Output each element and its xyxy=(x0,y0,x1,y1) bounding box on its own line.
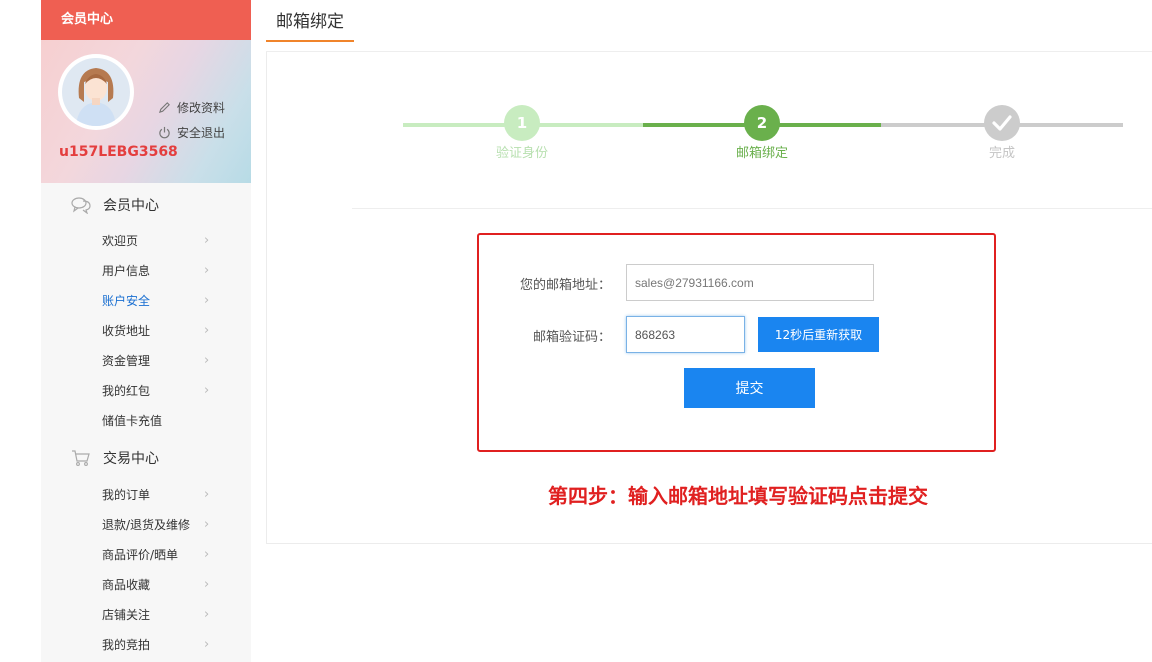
step-2-label: 邮箱绑定 xyxy=(735,146,788,161)
sidebar-section-label: 会员中心 xyxy=(103,197,159,214)
sidebar-section-label: 交易中心 xyxy=(103,451,159,467)
sidebar-item-auctions[interactable]: 我的竞拍 › xyxy=(41,630,251,660)
chevron-right-icon: › xyxy=(204,353,210,368)
edit-profile-label: 修改资料 xyxy=(177,101,226,115)
step-3-label: 完成 xyxy=(988,146,1015,161)
sidebar-section-title: 会员中心 xyxy=(41,183,251,226)
tab-email-binding[interactable]: 邮箱绑定 xyxy=(266,0,354,42)
step-1-label: 验证身份 xyxy=(495,146,548,161)
sidebar-section-title: 交易中心 xyxy=(41,436,251,480)
step-3-circle xyxy=(984,105,1020,141)
avatar-image xyxy=(62,58,130,126)
edit-profile-link[interactable]: 修改资料 xyxy=(158,99,225,116)
sidebar-item-label: 收货地址 xyxy=(102,324,151,338)
email-input[interactable] xyxy=(626,264,874,301)
sidebar-item-label: 商品评价/晒单 xyxy=(102,548,179,562)
logout-label: 安全退出 xyxy=(177,126,226,140)
chevron-right-icon: › xyxy=(204,577,210,592)
sidebar-item-label: 退款/退货及维修 xyxy=(102,518,191,532)
sidebar-item-account-security[interactable]: 账户安全 › xyxy=(41,286,251,316)
sidebar-item-label: 资金管理 xyxy=(102,354,151,368)
checkmark-icon xyxy=(992,115,1012,131)
chevron-right-icon: › xyxy=(204,547,210,562)
sidebar-item-reviews[interactable]: 商品评价/晒单 › xyxy=(41,540,251,570)
logout-link[interactable]: 安全退出 xyxy=(158,124,225,141)
sidebar-item-stored-card[interactable]: 储值卡充值 xyxy=(41,406,251,436)
verification-code-input[interactable] xyxy=(626,316,745,353)
sidebar-item-label: 店铺关注 xyxy=(102,608,151,622)
sidebar-item-funds[interactable]: 资金管理 › xyxy=(41,346,251,376)
sidebar-item-label: 我的订单 xyxy=(102,488,151,502)
email-binding-form: 您的邮箱地址： 邮箱验证码： 12秒后重新获取 提交 xyxy=(477,233,996,452)
step-progress: 1 验证身份 2 邮箱绑定 完成 xyxy=(403,105,1123,165)
step-1-circle: 1 xyxy=(504,105,540,141)
sidebar-item-welcome[interactable]: 欢迎页 › xyxy=(41,226,251,256)
sidebar-item-red-packet[interactable]: 我的红包 › xyxy=(41,376,251,406)
sidebar-item-label: 用户信息 xyxy=(102,264,151,278)
pencil-icon xyxy=(158,102,170,114)
sidebar-item-shop-follow[interactable]: 店铺关注 › xyxy=(41,600,251,630)
power-icon xyxy=(159,126,170,139)
code-label: 邮箱验证码： xyxy=(532,330,611,345)
avatar[interactable] xyxy=(58,54,134,130)
profile-card: 修改资料 安全退出 u157LEBG3568 xyxy=(41,40,251,183)
sidebar-item-orders[interactable]: 我的订单 › xyxy=(41,480,251,510)
sidebar-item-user-info[interactable]: 用户信息 › xyxy=(41,256,251,286)
username: u157LEBG3568 xyxy=(59,144,178,160)
chevron-right-icon: › xyxy=(204,383,210,398)
sidebar-item-label: 我的红包 xyxy=(102,384,151,398)
shopping-cart-icon xyxy=(72,450,90,466)
sidebar-item-favorites[interactable]: 商品收藏 › xyxy=(41,570,251,600)
sidebar-section-member: 会员中心 欢迎页 › 用户信息 › 账户安全 › 收货地址 › 资金管理 › 我… xyxy=(41,183,251,436)
sidebar-item-label: 我的竞拍 xyxy=(102,638,151,652)
chevron-right-icon: › xyxy=(204,233,210,248)
sidebar-item-label: 商品收藏 xyxy=(102,578,151,592)
sidebar-item-refunds[interactable]: 退款/退货及维修 › xyxy=(41,510,251,540)
sidebar-item-label: 欢迎页 xyxy=(102,234,139,248)
sidebar-section-trade: 交易中心 我的订单 › 退款/退货及维修 › 商品评价/晒单 › 商品收藏 › … xyxy=(41,436,251,660)
chevron-right-icon: › xyxy=(204,637,210,652)
section-divider xyxy=(352,208,1152,209)
sidebar-item-label: 账户安全 xyxy=(102,294,151,308)
sidebar: 会员中心 修改资料 安全退出 u157LEBG3568 会员中心 欢迎页 › 用… xyxy=(41,0,251,662)
submit-button[interactable]: 提交 xyxy=(684,368,815,408)
resend-code-button[interactable]: 12秒后重新获取 xyxy=(758,317,879,352)
chevron-right-icon: › xyxy=(204,487,210,502)
chevron-right-icon: › xyxy=(204,323,210,338)
sidebar-item-label: 储值卡充值 xyxy=(102,414,163,428)
chevron-right-icon: › xyxy=(204,517,210,532)
chevron-right-icon: › xyxy=(204,293,210,308)
email-label: 您的邮箱地址： xyxy=(519,278,611,293)
sidebar-item-address[interactable]: 收货地址 › xyxy=(41,316,251,346)
instruction-hint: 第四步：输入邮箱地址填写验证码点击提交 xyxy=(548,484,928,508)
chat-bubbles-icon xyxy=(71,196,91,214)
chevron-right-icon: › xyxy=(204,263,210,278)
chevron-right-icon: › xyxy=(204,607,210,622)
sidebar-header: 会员中心 xyxy=(41,0,251,40)
step-2-circle: 2 xyxy=(744,105,780,141)
